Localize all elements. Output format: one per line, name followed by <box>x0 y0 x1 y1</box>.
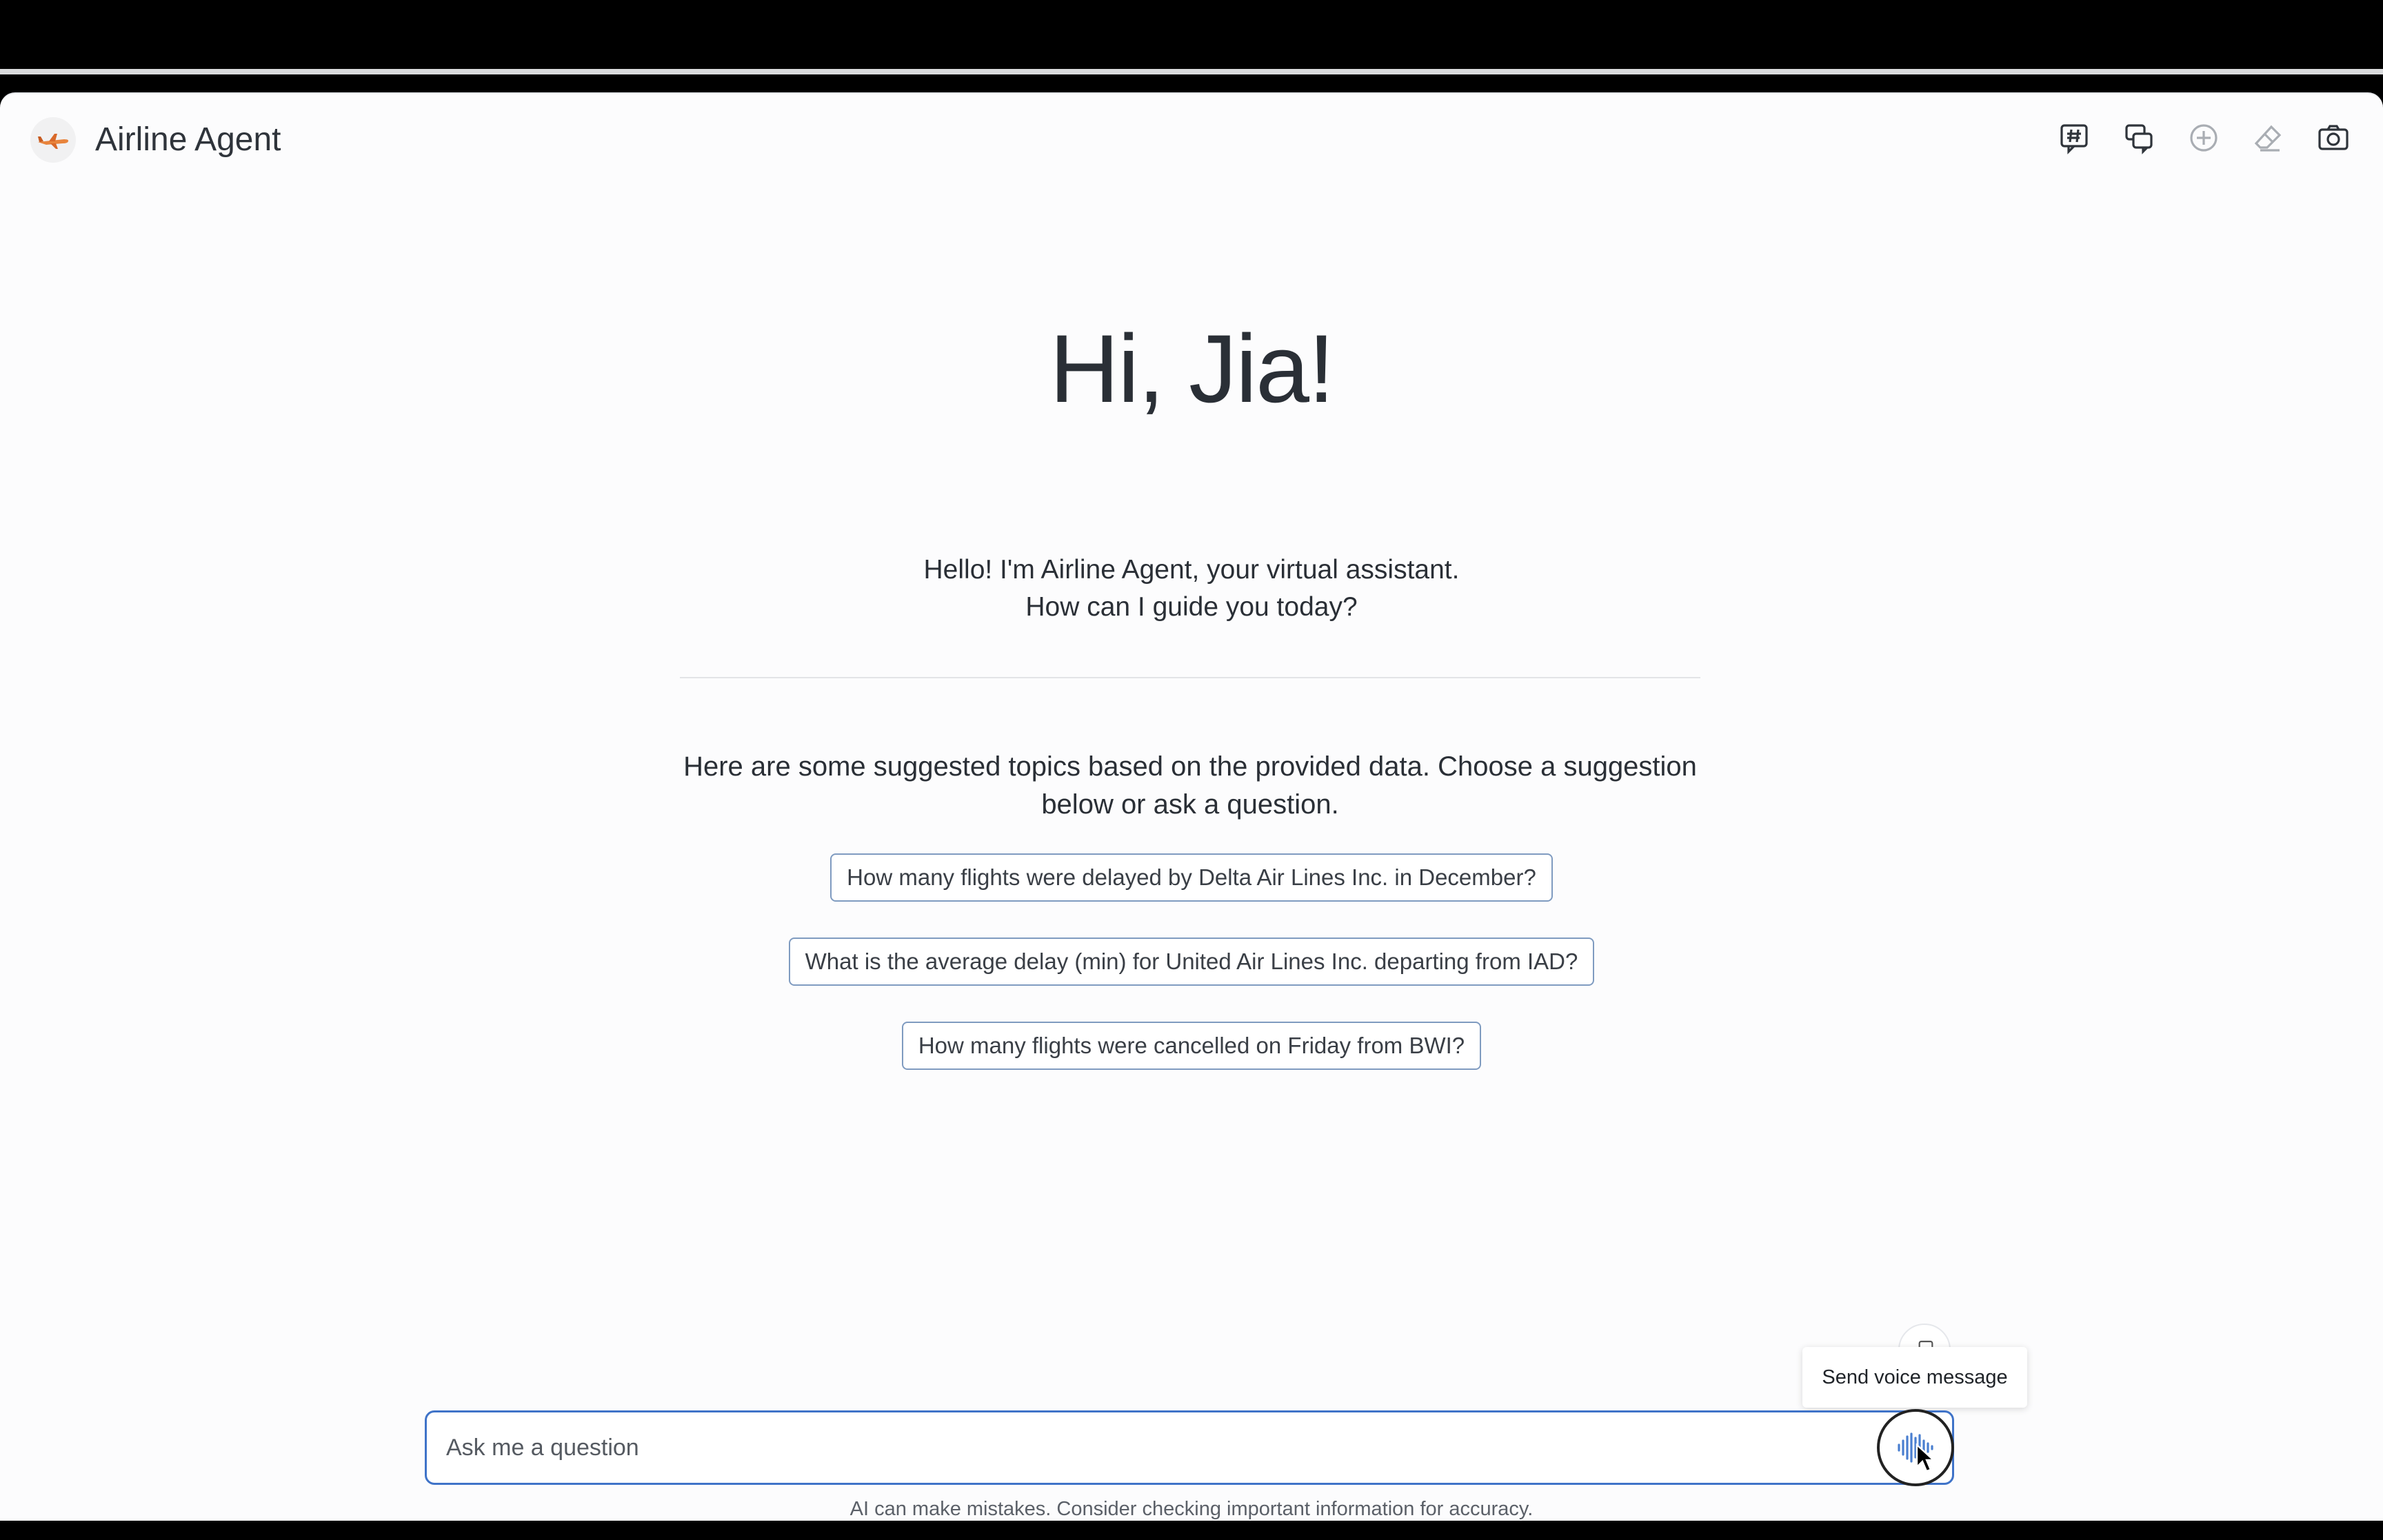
app-logo <box>30 117 76 163</box>
greeting-heading: Hi, Jia! <box>1049 314 1335 423</box>
add-circle-icon[interactable] <box>2184 119 2223 157</box>
suggestion-chip[interactable]: What is the average delay (min) for Unit… <box>788 938 1595 986</box>
screen-top-bar <box>0 0 2383 69</box>
chat-hash-icon[interactable] <box>2055 119 2093 157</box>
question-input[interactable] <box>446 1412 1825 1483</box>
suggestion-chip[interactable]: How many flights were cancelled on Frida… <box>901 1022 1482 1070</box>
screen-bottom-bar <box>0 1521 2383 1540</box>
mouse-cursor-icon <box>1916 1443 1936 1472</box>
intro-line-1: Hello! I'm Airline Agent, your virtual a… <box>923 555 1460 585</box>
question-input-box <box>425 1410 1954 1485</box>
airplane-icon <box>38 134 69 149</box>
intro-line-2: How can I guide you today? <box>1025 592 1358 622</box>
suggestions-intro: Here are some suggested topics based on … <box>683 751 1697 820</box>
section-divider <box>680 677 1700 678</box>
camera-icon[interactable] <box>2314 119 2353 157</box>
chat-history-icon[interactable] <box>2120 119 2158 157</box>
voice-tooltip: Send voice message <box>1802 1347 2027 1408</box>
intro-text: Hello! I'm Airline Agent, your virtual a… <box>0 551 2383 626</box>
suggestion-chip[interactable]: How many flights were delayed by Delta A… <box>830 853 1553 902</box>
app-title: Airline Agent <box>95 121 281 158</box>
header-toolbar <box>2055 119 2353 157</box>
suggestion-list: How many flights were delayed by Delta A… <box>0 853 2383 1070</box>
eraser-icon[interactable] <box>2249 119 2288 157</box>
ai-disclaimer: AI can make mistakes. Consider checking … <box>849 1498 1534 1520</box>
window-edge <box>0 69 2383 74</box>
